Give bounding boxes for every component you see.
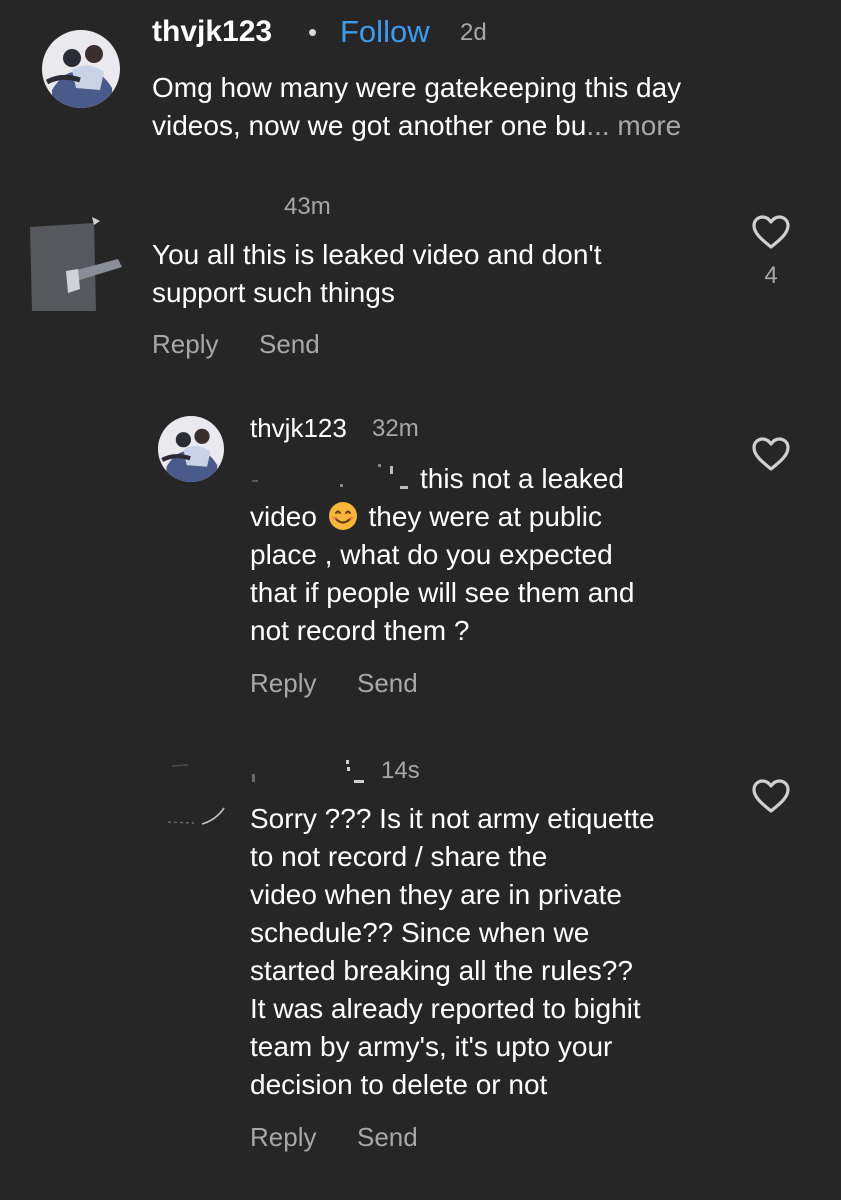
comment-text: Omg how many were gatekeeping this day v… <box>152 69 792 145</box>
like-heart-icon[interactable] <box>751 214 791 250</box>
comment-timestamp: 14s <box>381 757 420 784</box>
follow-button[interactable]: Follow <box>340 14 430 50</box>
comment-timestamp: 43m <box>284 193 331 220</box>
reply-button[interactable]: Reply <box>250 668 316 698</box>
comment-text-line1: this not a leaked <box>420 463 624 494</box>
user-avatar[interactable] <box>26 213 122 313</box>
comment-text: You all this is leaked video and don't s… <box>152 239 602 308</box>
send-button[interactable]: Send <box>357 1122 418 1152</box>
more-link[interactable]: more <box>610 110 681 141</box>
send-button[interactable]: Send <box>357 668 418 698</box>
reply-button[interactable]: Reply <box>250 1122 316 1152</box>
like-heart-icon[interactable] <box>751 436 791 472</box>
comment-text: Sorry ??? Is it not army etiquette to no… <box>250 803 655 1100</box>
comments-screen: thvjk123 • Follow 2d Omg how many were g… <box>0 0 841 1200</box>
like-heart-icon[interactable] <box>751 778 791 814</box>
comment-text: this not a leaked video they were at publ… <box>250 460 730 650</box>
comment-text-rest: place , what do you expected that if peo… <box>250 539 635 646</box>
user-avatar[interactable] <box>164 760 230 830</box>
comment-timestamp: 32m <box>372 415 419 442</box>
comment-timestamp: 2d <box>460 19 487 46</box>
separator-dot: • <box>308 17 318 47</box>
user-avatar[interactable] <box>42 30 120 108</box>
smiling-face-icon <box>327 500 359 532</box>
send-button[interactable]: Send <box>259 329 320 359</box>
comment-username[interactable]: thvjk123 <box>152 14 272 50</box>
comment-username[interactable]: thvjk123 <box>250 410 347 446</box>
redacted-username <box>250 758 380 786</box>
comment-text-pre-emoji: video <box>250 501 317 532</box>
like-count: 4 <box>764 262 778 289</box>
user-avatar[interactable] <box>158 416 224 482</box>
ellipsis: ... <box>586 110 610 141</box>
comment-text-post-emoji: they were at public <box>368 501 602 532</box>
reply-button[interactable]: Reply <box>152 329 218 359</box>
